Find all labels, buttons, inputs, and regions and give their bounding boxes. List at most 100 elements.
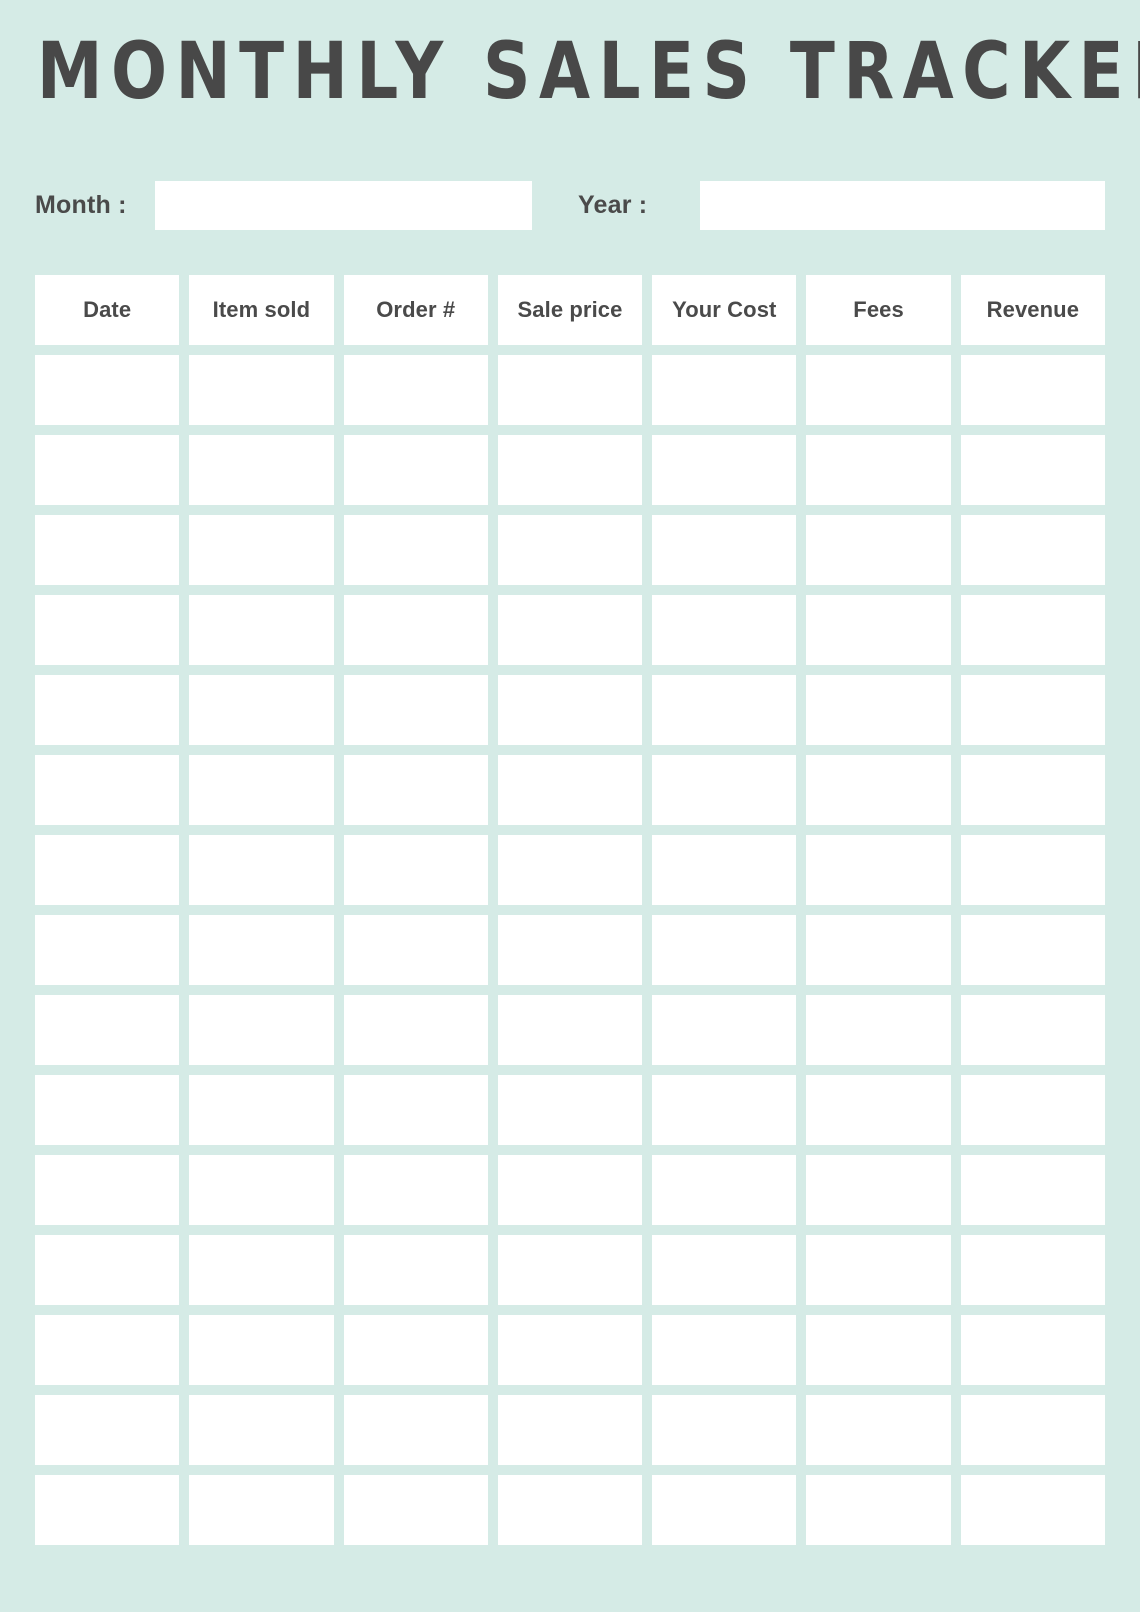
table-cell-your-cost[interactable] <box>652 835 797 905</box>
table-cell-date[interactable] <box>35 1475 180 1545</box>
table-cell-item-sold[interactable] <box>189 595 334 665</box>
table-cell-your-cost[interactable] <box>652 1155 797 1225</box>
table-cell-revenue[interactable] <box>960 1395 1105 1465</box>
table-cell-your-cost[interactable] <box>652 1395 797 1465</box>
table-cell-sale-price[interactable] <box>497 995 643 1065</box>
table-cell-order[interactable] <box>343 995 488 1065</box>
table-cell-fees[interactable] <box>806 675 951 745</box>
table-cell-fees[interactable] <box>806 755 951 825</box>
table-cell-date[interactable] <box>35 835 180 905</box>
table-cell-sale-price[interactable] <box>497 835 643 905</box>
table-cell-order[interactable] <box>343 595 488 665</box>
table-cell-revenue[interactable] <box>960 1235 1105 1305</box>
table-cell-date[interactable] <box>35 995 180 1065</box>
table-cell-sale-price[interactable] <box>497 1475 643 1545</box>
table-cell-item-sold[interactable] <box>189 1235 334 1305</box>
table-cell-date[interactable] <box>35 595 180 665</box>
table-cell-item-sold[interactable] <box>189 435 334 505</box>
table-cell-order[interactable] <box>343 1075 488 1145</box>
table-cell-fees[interactable] <box>806 1315 951 1385</box>
table-cell-item-sold[interactable] <box>189 1155 334 1225</box>
table-cell-revenue[interactable] <box>960 515 1105 585</box>
table-cell-item-sold[interactable] <box>189 675 334 745</box>
table-cell-revenue[interactable] <box>960 1475 1105 1545</box>
table-cell-order[interactable] <box>343 435 488 505</box>
table-cell-fees[interactable] <box>806 1475 951 1545</box>
table-cell-order[interactable] <box>343 1475 488 1545</box>
table-cell-date[interactable] <box>35 1235 180 1305</box>
year-input[interactable] <box>700 181 1105 230</box>
table-cell-fees[interactable] <box>806 995 951 1065</box>
table-cell-order[interactable] <box>343 355 488 425</box>
table-cell-revenue[interactable] <box>960 835 1105 905</box>
table-cell-your-cost[interactable] <box>652 515 797 585</box>
table-cell-date[interactable] <box>35 355 180 425</box>
table-cell-fees[interactable] <box>806 1155 951 1225</box>
table-cell-sale-price[interactable] <box>497 1315 643 1385</box>
table-cell-date[interactable] <box>35 1155 180 1225</box>
table-cell-order[interactable] <box>343 1395 488 1465</box>
table-cell-revenue[interactable] <box>960 675 1105 745</box>
table-cell-sale-price[interactable] <box>497 1395 643 1465</box>
table-cell-fees[interactable] <box>806 1395 951 1465</box>
table-cell-item-sold[interactable] <box>189 1075 334 1145</box>
table-cell-your-cost[interactable] <box>652 1475 797 1545</box>
table-cell-fees[interactable] <box>806 515 951 585</box>
table-cell-order[interactable] <box>343 675 488 745</box>
table-cell-sale-price[interactable] <box>497 435 643 505</box>
table-cell-order[interactable] <box>343 1155 488 1225</box>
table-cell-your-cost[interactable] <box>652 1235 797 1305</box>
table-cell-your-cost[interactable] <box>652 675 797 745</box>
table-cell-date[interactable] <box>35 1075 180 1145</box>
table-cell-revenue[interactable] <box>960 995 1105 1065</box>
table-cell-date[interactable] <box>35 1395 180 1465</box>
table-cell-item-sold[interactable] <box>189 355 334 425</box>
table-cell-item-sold[interactable] <box>189 755 334 825</box>
table-cell-item-sold[interactable] <box>189 1315 334 1385</box>
table-cell-revenue[interactable] <box>960 755 1105 825</box>
table-cell-date[interactable] <box>35 435 180 505</box>
table-cell-date[interactable] <box>35 675 180 745</box>
month-input[interactable] <box>155 181 532 230</box>
table-cell-date[interactable] <box>35 515 180 585</box>
table-cell-revenue[interactable] <box>960 355 1105 425</box>
table-cell-your-cost[interactable] <box>652 1315 797 1385</box>
table-cell-order[interactable] <box>343 915 488 985</box>
table-cell-order[interactable] <box>343 835 488 905</box>
table-cell-revenue[interactable] <box>960 1155 1105 1225</box>
table-cell-item-sold[interactable] <box>189 1395 334 1465</box>
table-cell-sale-price[interactable] <box>497 355 643 425</box>
table-cell-date[interactable] <box>35 915 180 985</box>
table-cell-fees[interactable] <box>806 915 951 985</box>
table-cell-sale-price[interactable] <box>497 1075 643 1145</box>
table-cell-revenue[interactable] <box>960 1315 1105 1385</box>
table-cell-your-cost[interactable] <box>652 1075 797 1145</box>
table-cell-order[interactable] <box>343 1235 488 1305</box>
table-cell-sale-price[interactable] <box>497 595 643 665</box>
table-cell-fees[interactable] <box>806 595 951 665</box>
table-cell-your-cost[interactable] <box>652 595 797 665</box>
table-cell-item-sold[interactable] <box>189 1475 334 1545</box>
table-cell-item-sold[interactable] <box>189 835 334 905</box>
table-cell-sale-price[interactable] <box>497 515 643 585</box>
table-cell-item-sold[interactable] <box>189 515 334 585</box>
table-cell-date[interactable] <box>35 1315 180 1385</box>
table-cell-fees[interactable] <box>806 1075 951 1145</box>
table-cell-fees[interactable] <box>806 1235 951 1305</box>
table-cell-item-sold[interactable] <box>189 995 334 1065</box>
table-cell-sale-price[interactable] <box>497 915 643 985</box>
table-cell-your-cost[interactable] <box>652 915 797 985</box>
table-cell-your-cost[interactable] <box>652 355 797 425</box>
table-cell-your-cost[interactable] <box>652 435 797 505</box>
table-cell-fees[interactable] <box>806 435 951 505</box>
table-cell-order[interactable] <box>343 515 488 585</box>
table-cell-item-sold[interactable] <box>189 915 334 985</box>
table-cell-date[interactable] <box>35 755 180 825</box>
table-cell-order[interactable] <box>343 1315 488 1385</box>
table-cell-your-cost[interactable] <box>652 755 797 825</box>
table-cell-revenue[interactable] <box>960 595 1105 665</box>
table-cell-sale-price[interactable] <box>497 1235 643 1305</box>
table-cell-sale-price[interactable] <box>497 755 643 825</box>
table-cell-sale-price[interactable] <box>497 675 643 745</box>
table-cell-revenue[interactable] <box>960 1075 1105 1145</box>
